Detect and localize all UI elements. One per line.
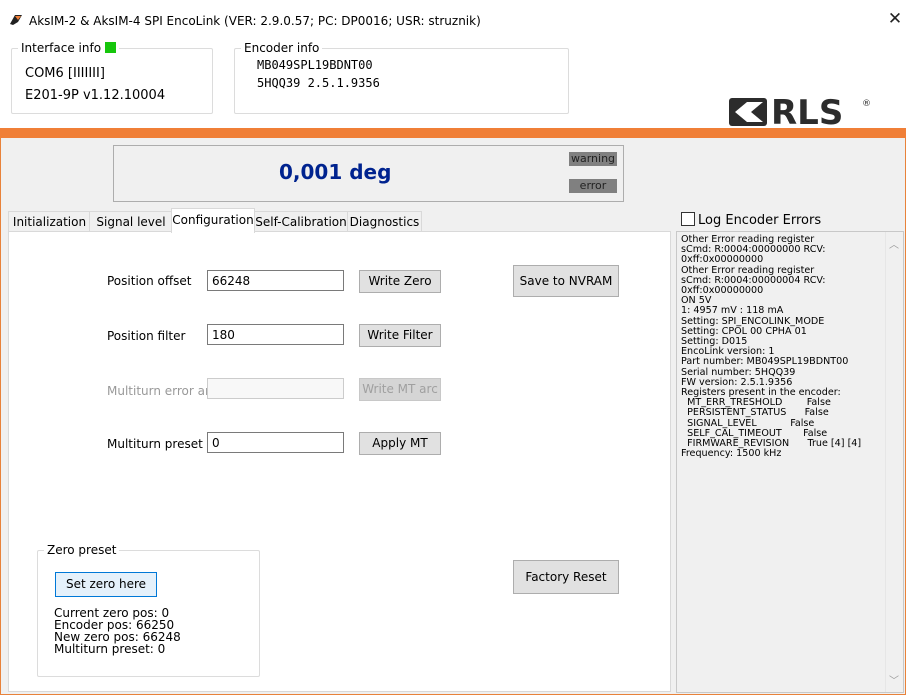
- position-offset-label: Position offset: [107, 274, 192, 288]
- app-icon: [10, 15, 22, 25]
- svg-text:RLS: RLS: [771, 93, 843, 132]
- connection-status-led: [105, 42, 117, 53]
- apply-mt-button[interactable]: Apply MT: [359, 432, 441, 455]
- scroll-up-icon[interactable]: ︿: [889, 236, 899, 251]
- window-title: AksIM-2 & AksIM-4 SPI EncoLink (VER: 2.9…: [29, 14, 481, 28]
- zero-preset-group: Zero preset Set zero here Current zero p…: [37, 543, 260, 677]
- multiturn-preset-value: Multiturn preset: 0: [54, 642, 166, 656]
- accent-bar: [0, 128, 906, 138]
- log-encoder-errors-label: Log Encoder Errors: [698, 213, 822, 228]
- position-offset-input[interactable]: 66248: [207, 270, 344, 291]
- write-filter-button[interactable]: Write Filter: [359, 324, 441, 347]
- log-text: Other Error reading register sCmd: R:000…: [681, 234, 862, 460]
- log-output[interactable]: Other Error reading register sCmd: R:000…: [676, 231, 904, 693]
- header-panel: Interface info COM6 [IIIIIII] E201-9P v1…: [0, 32, 906, 132]
- close-icon[interactable]: ✕: [885, 9, 905, 29]
- tab-diagnostics[interactable]: Diagnostics: [347, 211, 422, 232]
- interface-info-legend: Interface info: [21, 41, 102, 55]
- position-filter-input[interactable]: 180: [207, 324, 344, 345]
- scroll-down-icon[interactable]: ﹀: [889, 672, 899, 687]
- interface-device: E201-9P v1.12.10004: [25, 88, 166, 103]
- multiturn-error-arc-input[interactable]: [207, 378, 344, 399]
- encoder-info-legend: Encoder info: [241, 41, 323, 55]
- tab-initialization[interactable]: Initialization: [8, 211, 91, 232]
- interface-info-group: Interface info COM6 [IIIIIII] E201-9P v1…: [11, 41, 213, 114]
- write-zero-button[interactable]: Write Zero: [359, 270, 441, 293]
- log-scrollbar[interactable]: ︿ ﹀: [885, 232, 903, 692]
- warning-indicator: warning: [569, 152, 617, 166]
- save-to-nvram-button[interactable]: Save to NVRAM: [513, 265, 619, 297]
- encoder-info-group: Encoder info MB049SPL19BDNT00 5HQQ39 2.5…: [234, 41, 569, 114]
- tab-self-calibration[interactable]: Self-Calibration: [253, 211, 349, 232]
- encoder-part-number: MB049SPL19BDNT00: [257, 58, 373, 72]
- log-encoder-errors-checkbox[interactable]: Log Encoder Errors: [681, 212, 821, 228]
- checkbox-box[interactable]: [681, 212, 695, 226]
- tab-signal-level[interactable]: Signal level: [89, 211, 173, 232]
- multiturn-error-arc-label: Multiturn error arc: [107, 384, 217, 398]
- position-filter-label: Position filter: [107, 329, 186, 343]
- multiturn-preset-label: Multiturn preset: [107, 437, 203, 451]
- zero-preset-legend: Zero preset: [44, 543, 120, 557]
- svg-text:®: ®: [862, 99, 871, 109]
- error-indicator: error: [569, 179, 617, 193]
- position-value: 0,001 deg: [279, 160, 392, 184]
- position-display: 0,001 deg warning error: [113, 145, 624, 202]
- rls-logo: RLS ®: [729, 93, 871, 132]
- write-mt-arc-button[interactable]: Write MT arc: [359, 378, 441, 401]
- title-bar: AksIM-2 & AksIM-4 SPI EncoLink (VER: 2.9…: [0, 0, 906, 32]
- multiturn-preset-input[interactable]: 0: [207, 432, 344, 453]
- factory-reset-button[interactable]: Factory Reset: [513, 560, 619, 594]
- set-zero-here-button[interactable]: Set zero here: [55, 572, 157, 597]
- tab-configuration[interactable]: Configuration: [171, 208, 255, 233]
- encoder-serial-fw: 5HQQ39 2.5.1.9356: [257, 76, 380, 90]
- interface-port: COM6 [IIIIIII]: [25, 66, 105, 81]
